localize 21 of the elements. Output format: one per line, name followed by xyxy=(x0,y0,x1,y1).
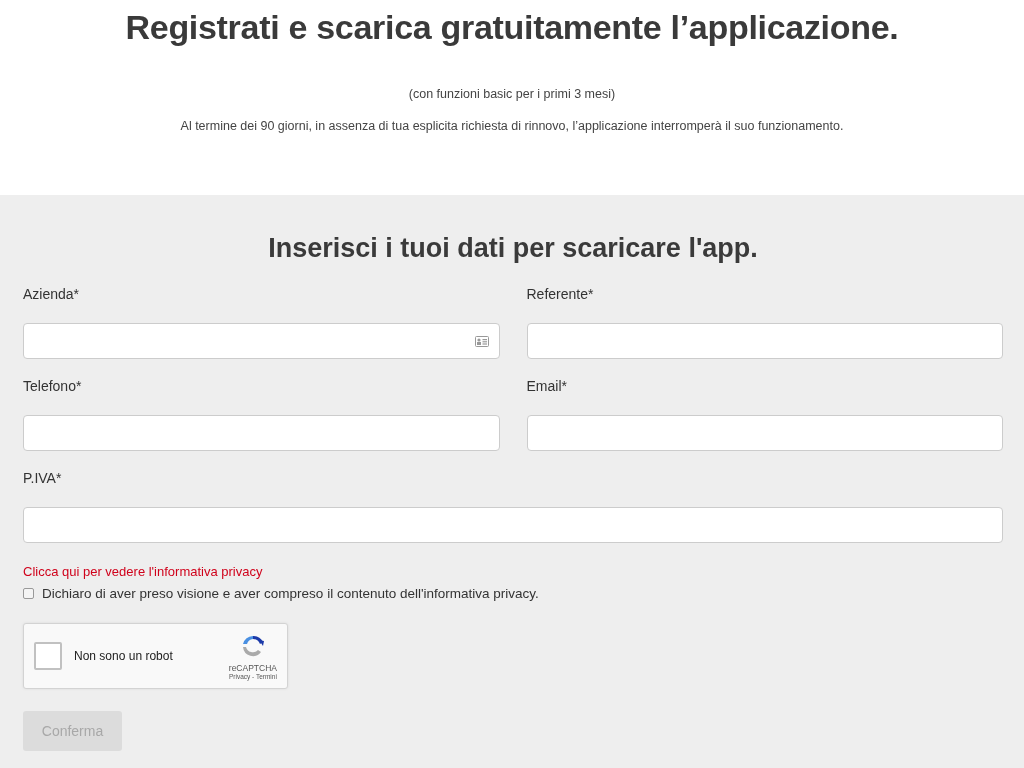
field-label: P.IVA* xyxy=(23,470,63,488)
captcha-checkbox[interactable] xyxy=(34,642,62,670)
field-label: Telefono* xyxy=(23,378,83,396)
input-field[interactable] xyxy=(526,323,1003,359)
contact-card-icon[interactable] xyxy=(474,335,489,347)
captcha-brand: reCAPTCHA xyxy=(228,662,277,673)
field-label: Email* xyxy=(526,378,568,396)
input-field[interactable] xyxy=(23,415,500,451)
consent-checkbox[interactable] xyxy=(23,588,34,599)
consent-label: Dichiaro di aver preso visione e aver compreso il contenuto dell'informativa privacy. xyxy=(42,586,539,601)
form-title: Inserisci i tuoi dati per scaricare l'app. xyxy=(267,232,759,264)
input-field[interactable] xyxy=(23,507,1003,543)
privacy-link[interactable]: Clicca qui per vedere l'informativa privacy xyxy=(23,564,263,579)
subtitle: (con funzioni basic per i primi 3 mesi) xyxy=(408,87,616,101)
page-title: Registrati e scarica gratuitamente l’applicazione. xyxy=(125,8,899,47)
captcha-label: Non sono un robot xyxy=(74,649,174,663)
field-label: Azienda* xyxy=(23,286,81,304)
field-label: Referente* xyxy=(526,286,595,304)
input-field[interactable] xyxy=(23,323,500,359)
notice-text: Al termine dei 90 giorni, in assenza di tua esplicita richiesta di rinnovo, l’applicazione interromperà il suo funzionamento. xyxy=(180,119,844,133)
input-field[interactable] xyxy=(526,415,1003,451)
